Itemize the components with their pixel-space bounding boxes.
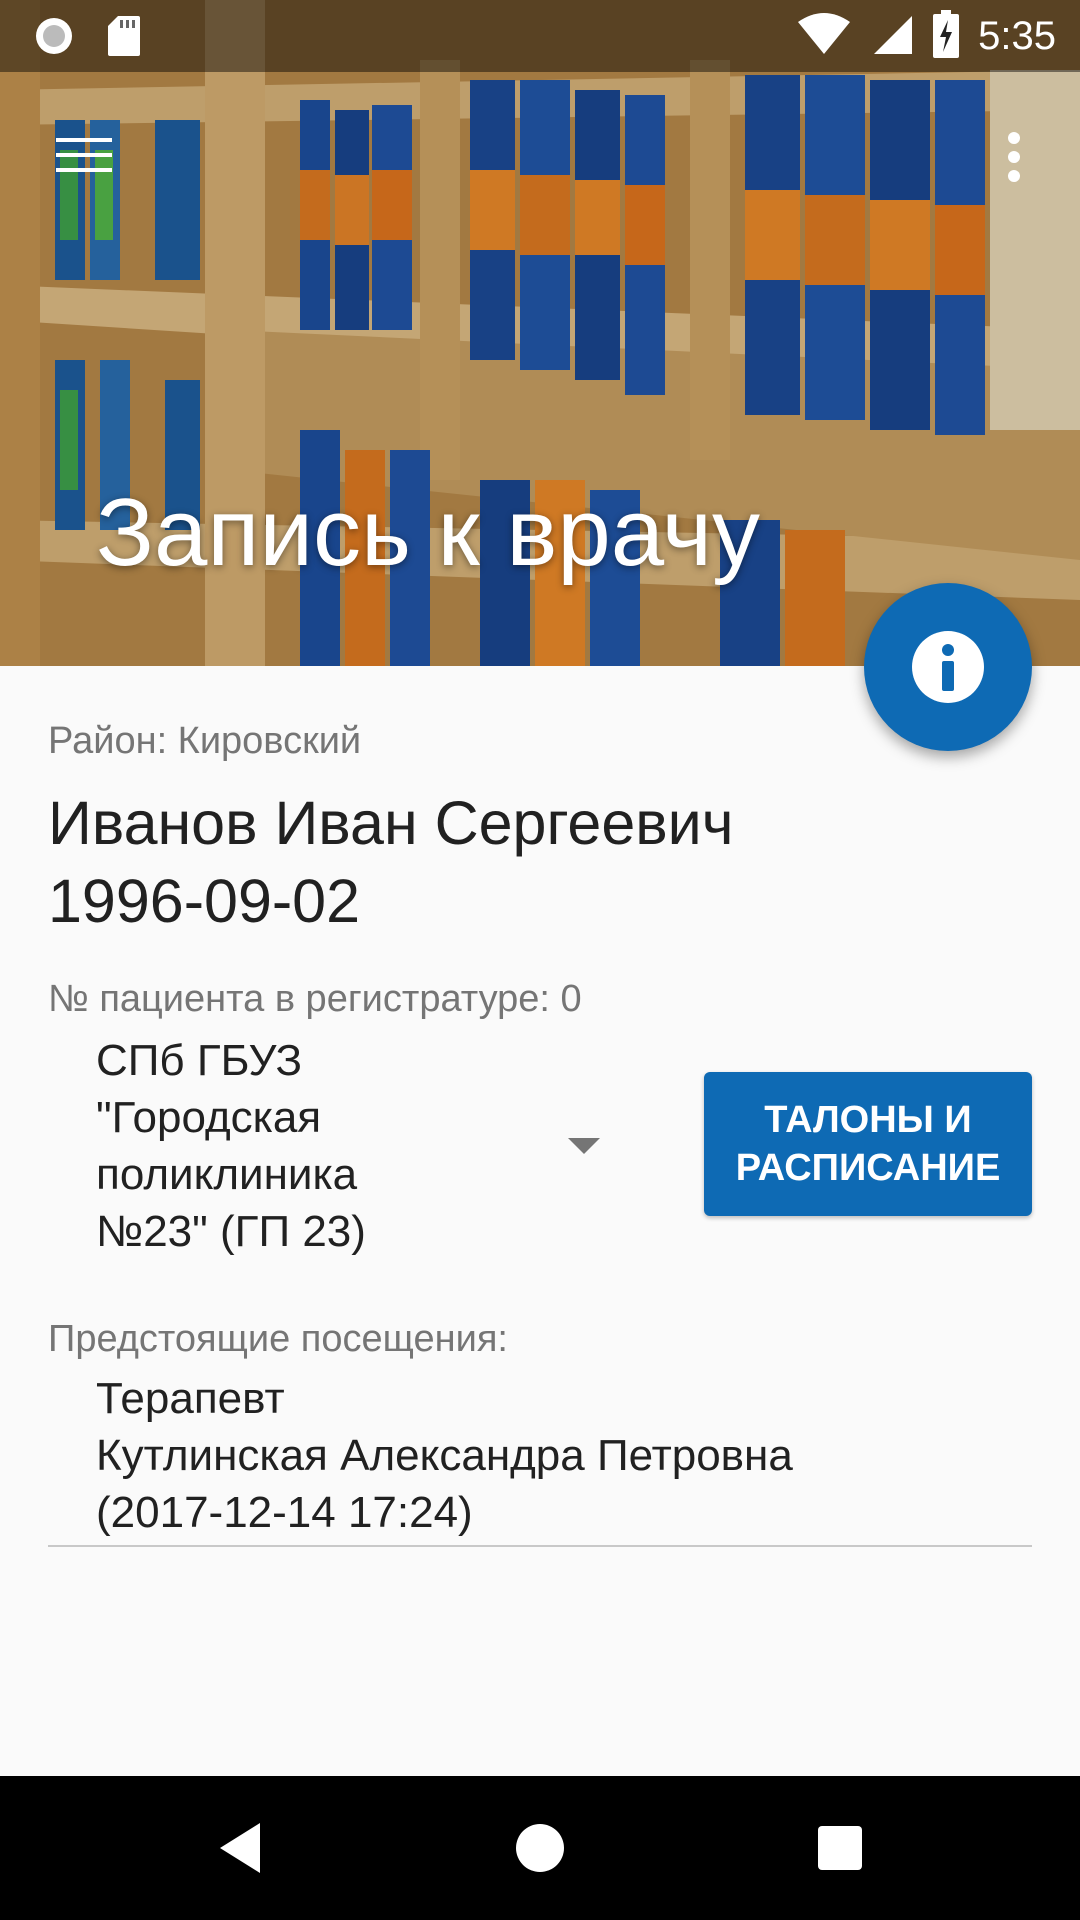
status-bar: 5:35 — [0, 0, 1080, 72]
patient-dob: 1996-09-02 — [48, 867, 361, 935]
info-icon — [912, 631, 984, 703]
clinic-select[interactable]: СПб ГБУЗ "Городская поликлиника №23" (ГП… — [96, 1032, 616, 1260]
tickets-schedule-button[interactable]: ТАЛОНЫ И РАСПИСАНИЕ — [704, 1072, 1032, 1216]
clinic-select-line: "Городская — [96, 1093, 322, 1142]
clinic-select-line: №23" (ГП 23) — [96, 1207, 366, 1256]
recents-icon[interactable] — [770, 1776, 910, 1920]
clinic-select-line: поликлиника — [96, 1150, 358, 1199]
divider — [48, 1545, 1032, 1547]
upcoming-visits-label: Предстоящие посещения: — [48, 1318, 508, 1360]
home-icon[interactable] — [470, 1776, 610, 1920]
tickets-button-label-2: РАСПИСАНИЕ — [735, 1147, 1001, 1189]
info-fab-button[interactable] — [864, 583, 1032, 751]
hamburger-menu-icon[interactable] — [56, 138, 112, 178]
patient-name: Иванов Иван Сергеевич — [48, 789, 734, 857]
clinic-select-line: СПб ГБУЗ — [96, 1036, 303, 1085]
tickets-button-label-1: ТАЛОНЫ И — [764, 1099, 972, 1141]
sd-card-icon — [106, 14, 142, 63]
visit-datetime: (2017-12-14 17:24) — [96, 1488, 473, 1537]
header-image: 5:35 Запись к врачу — [0, 0, 1080, 666]
upcoming-visit-item[interactable]: Терапевт Кутлинская Александра Петровна … — [96, 1370, 793, 1541]
status-time: 5:35 — [978, 14, 1056, 58]
visit-specialty: Терапевт — [96, 1374, 285, 1423]
registry-number: № пациента в регистратуре: 0 — [48, 978, 582, 1020]
more-vert-icon[interactable] — [1006, 132, 1022, 182]
page-title: Запись к врачу — [96, 479, 761, 586]
district-label: Район: Кировский — [48, 720, 362, 762]
navigation-bar — [0, 1776, 1080, 1920]
sync-icon — [32, 14, 76, 63]
dropdown-arrow-icon[interactable] — [568, 1138, 600, 1154]
visit-doctor: Кутлинская Александра Петровна — [96, 1431, 793, 1480]
battery-charging-icon — [932, 10, 960, 63]
wifi-icon — [796, 12, 852, 61]
signal-icon — [870, 12, 914, 61]
back-icon[interactable] — [170, 1776, 310, 1920]
